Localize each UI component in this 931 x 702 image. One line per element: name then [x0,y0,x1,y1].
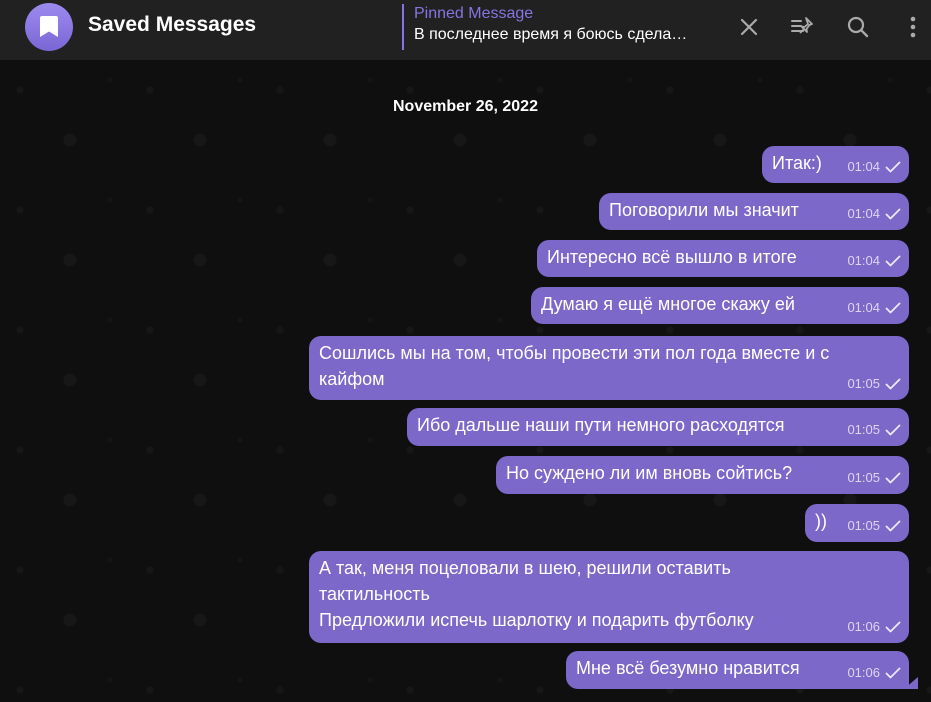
message-bubble[interactable]: Интересно всё вышло в итоге 01:04 [537,240,909,277]
message-bubble[interactable]: Поговорили мы значит 01:04 [599,193,909,230]
more-button[interactable] [899,13,927,41]
pinned-message-title: Pinned Message [414,5,534,22]
chat-header: Saved Messages Pinned Message В последне… [0,0,931,60]
check-icon [885,621,901,633]
message-time: 01:04 [847,159,880,174]
bookmark-icon [40,16,58,37]
message-time: 01:05 [847,422,880,437]
pinned-list-button[interactable] [789,13,817,41]
message-meta: 01:05 [847,465,901,491]
message-text: Итак:) [772,153,822,173]
message-text: Думаю я ещё многое скажу ей [541,294,795,314]
message-text: Интересно всё вышло в итоге [547,247,797,267]
message-meta: 01:05 [847,371,901,397]
message-meta: 01:06 [847,614,901,640]
message-meta: 01:04 [847,295,901,321]
check-icon [885,161,901,173]
pinned-message[interactable]: Pinned Message В последнее время я боюсь… [402,4,722,50]
search-icon [847,16,869,38]
message-time: 01:06 [847,619,880,634]
message-bubble[interactable]: )) 01:05 [805,504,909,542]
message-bubble[interactable]: А так, меня поцеловали в шею, решили ост… [309,551,909,643]
check-icon [885,472,901,484]
pinned-message-text: В последнее время я боюсь сдела… [414,26,688,43]
message-meta: 01:05 [847,417,901,443]
message-bubble[interactable]: Итак:) 01:04 [762,146,909,183]
message-text: Поговорили мы значит [609,200,799,220]
message-text: )) [815,511,827,531]
message-text: Но суждено ли им вновь сойтись? [506,463,793,483]
check-icon [885,208,901,220]
message-meta: 01:04 [847,248,901,274]
message-meta: 01:05 [847,513,901,539]
message-bubble[interactable]: Ибо дальше наши пути немного расходятся … [407,408,909,446]
message-meta: 01:06 [847,660,901,686]
check-icon [885,302,901,314]
message-time: 01:05 [847,470,880,485]
close-icon [740,18,758,36]
message-time: 01:04 [847,206,880,221]
check-icon [885,667,901,679]
check-icon [885,520,901,532]
close-pinned-button[interactable] [735,13,763,41]
chat-title[interactable]: Saved Messages [88,13,256,37]
check-icon [885,378,901,390]
message-text: Ибо дальше наши пути немного расходятся [417,415,785,435]
message-bubble[interactable]: Сошлись мы на том, чтобы провести эти по… [309,336,909,400]
message-text: Мне всё безумно нравится [576,658,800,678]
message-time: 01:06 [847,665,880,680]
message-time: 01:04 [847,300,880,315]
more-vertical-icon [910,16,916,38]
message-time: 01:05 [847,376,880,391]
check-icon [885,255,901,267]
message-bubble[interactable]: Но суждено ли им вновь сойтись? 01:05 [496,456,909,494]
message-bubble[interactable]: Думаю я ещё многое скажу ей 01:04 [531,287,909,324]
message-meta: 01:04 [847,201,901,227]
date-separator: November 26, 2022 [393,98,538,115]
message-text: А так, меня поцеловали в шею, решили ост… [319,558,754,630]
message-time: 01:05 [847,518,880,533]
pinned-list-icon [791,17,813,34]
check-icon [885,424,901,436]
search-button[interactable] [844,13,872,41]
message-meta: 01:04 [847,154,901,180]
avatar[interactable] [25,3,73,51]
message-list[interactable]: November 26, 2022 Итак:) 01:04 Поговорил… [0,60,931,702]
message-bubble-last[interactable]: Мне всё безумно нравится 01:06 [566,651,909,689]
message-time: 01:04 [847,253,880,268]
message-text: Сошлись мы на том, чтобы провести эти по… [319,343,830,389]
